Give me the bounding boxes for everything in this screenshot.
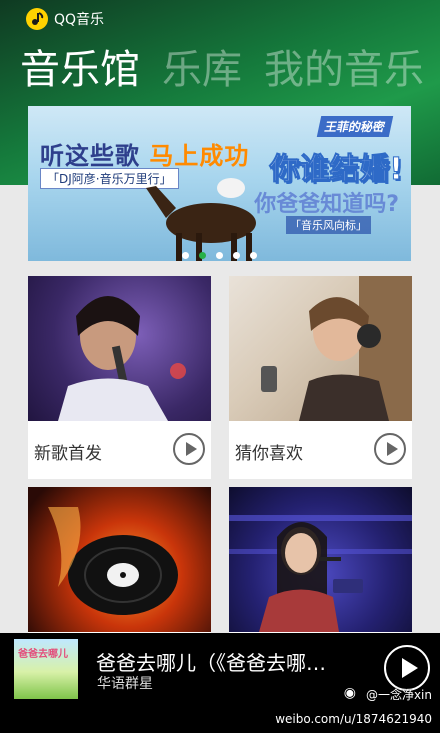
banner-badge: 王菲的秘密 bbox=[316, 116, 394, 137]
watermark-url: weibo.com/u/1874621940 bbox=[275, 712, 432, 726]
banner-page-indicator bbox=[28, 244, 411, 261]
card-new-songs[interactable]: 新歌首发 bbox=[28, 276, 211, 479]
card-vinyl[interactable] bbox=[28, 487, 211, 633]
album-art-text: 爸爸去哪儿 bbox=[18, 649, 68, 660]
now-playing-song-title: 爸爸去哪儿（《爸爸去哪… bbox=[96, 651, 326, 675]
card-stage-singer[interactable] bbox=[229, 487, 412, 633]
card-image-vinyl bbox=[28, 487, 211, 632]
card-image-guess-you-like bbox=[229, 276, 412, 421]
page-dot bbox=[250, 252, 257, 259]
app-title: QQ音乐 bbox=[54, 12, 105, 28]
now-playing-artist: 华语群星 bbox=[97, 676, 153, 692]
card-guess-you-like[interactable]: 猜你喜欢 bbox=[229, 276, 412, 479]
card-image-new-songs bbox=[28, 276, 211, 421]
card-label-new-songs: 新歌首发 bbox=[34, 444, 102, 464]
promo-banner[interactable]: 听这些歌 马上成功 「DJ阿彦·音乐万里行」 王菲的秘密 你谁结婚! 你爸爸知道… bbox=[28, 106, 411, 261]
page-dot bbox=[233, 252, 240, 259]
album-art[interactable]: 爸爸去哪儿 bbox=[14, 639, 78, 699]
page-dot bbox=[216, 252, 223, 259]
pivot-tabs: 音乐馆 乐库 我的音乐 bbox=[20, 46, 440, 94]
card-image-stage-singer bbox=[229, 487, 412, 632]
banner-right-tag: 「音乐风向标」 bbox=[286, 216, 371, 234]
watermark-handle: @一念净xin bbox=[365, 688, 432, 702]
banner-headline-part1: 听这些歌 bbox=[40, 142, 140, 170]
banner-headline-part2: 马上成功 bbox=[149, 142, 250, 170]
bottom-bar: weibo.com/u/1874621940 bbox=[0, 705, 440, 733]
card-label-guess-you-like: 猜你喜欢 bbox=[235, 444, 303, 464]
tab-music-library[interactable]: 乐库 bbox=[162, 46, 242, 94]
player-play-button[interactable] bbox=[384, 645, 430, 691]
qq-music-logo-icon bbox=[26, 8, 48, 30]
app-title-bar: QQ音乐 bbox=[26, 8, 104, 30]
banner-headline: 听这些歌 马上成功 bbox=[40, 136, 249, 171]
tab-my-music[interactable]: 我的音乐 bbox=[264, 46, 424, 94]
play-button-new-songs[interactable] bbox=[173, 433, 205, 465]
page-dot-active bbox=[199, 252, 206, 259]
page-dot bbox=[182, 252, 189, 259]
tab-music-hall[interactable]: 音乐馆 bbox=[20, 46, 140, 94]
banner-right-headline: 你谁结婚! bbox=[269, 152, 404, 188]
card-footer: 新歌首发 bbox=[28, 421, 211, 479]
weibo-icon: ◉ bbox=[343, 685, 356, 701]
play-button-guess-you-like[interactable] bbox=[374, 433, 406, 465]
banner-right-question: 你爸爸知道吗? bbox=[254, 192, 399, 217]
card-footer: 猜你喜欢 bbox=[229, 421, 412, 479]
